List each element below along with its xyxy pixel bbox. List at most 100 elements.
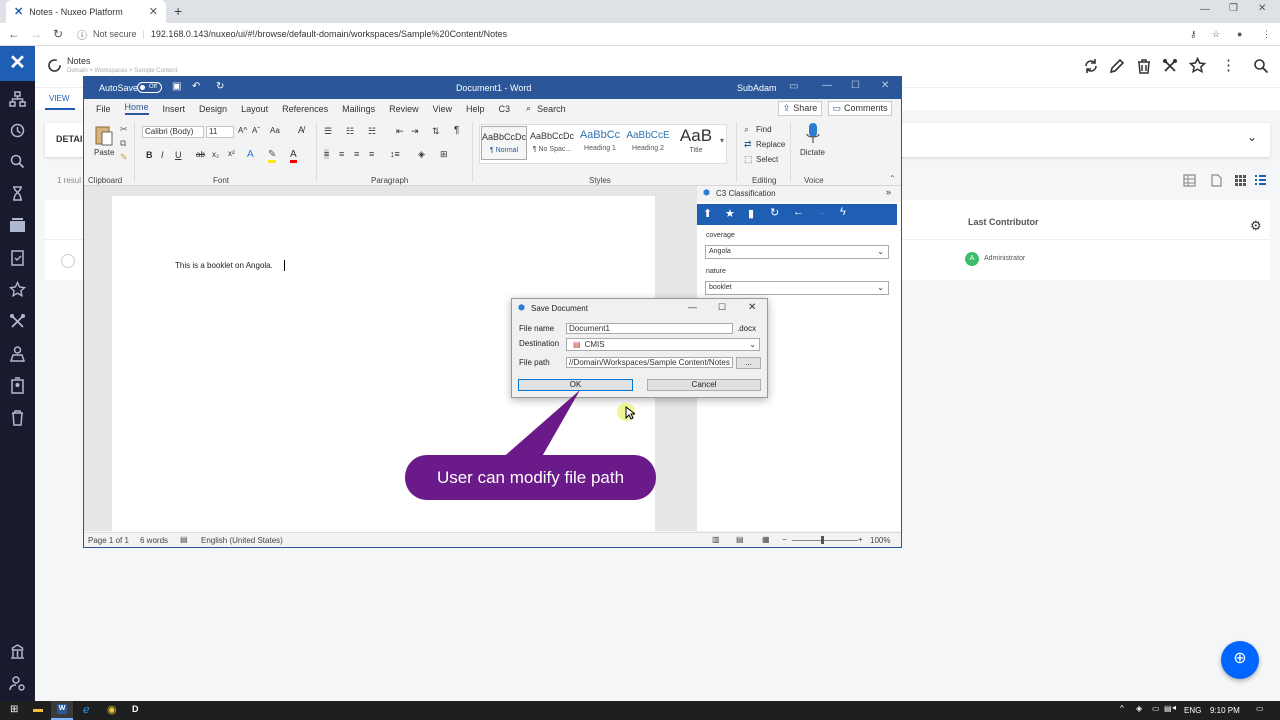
italic-icon[interactable]: I	[161, 150, 164, 160]
numbering-icon[interactable]: ☷	[346, 126, 354, 137]
redo-icon[interactable]: ↻	[216, 81, 224, 92]
expire-icon[interactable]	[1162, 58, 1178, 74]
contributor-name[interactable]: Administrator	[984, 255, 1025, 262]
font-size-box[interactable]: 11	[206, 126, 234, 138]
upload-icon[interactable]: ⬆	[703, 207, 712, 220]
grid-view-icon[interactable]	[1235, 175, 1246, 186]
font-name-box[interactable]: Calibri (Body)	[142, 126, 204, 138]
decrease-indent-icon[interactable]: ⇤	[396, 126, 404, 137]
lightning-icon[interactable]: ϟ	[840, 206, 846, 218]
coverage-select[interactable]: Angola ⌄	[705, 245, 889, 259]
table-settings-icon[interactable]: ⚙	[1250, 218, 1262, 234]
tab-review[interactable]: Review	[389, 104, 419, 114]
user-settings-icon[interactable]	[9, 675, 26, 692]
align-left-icon[interactable]: ≡	[324, 149, 330, 159]
bullets-icon[interactable]: ☰	[324, 126, 332, 137]
chrome-icon[interactable]: ◉	[107, 703, 117, 716]
read-mode-icon[interactable]: ▥	[712, 535, 720, 544]
highlight-icon[interactable]: ✎	[268, 149, 277, 163]
app-d-icon[interactable]: D	[132, 704, 139, 714]
text-effects-icon[interactable]: A	[247, 149, 254, 160]
list-view-icon[interactable]	[1255, 175, 1266, 186]
tab-design[interactable]: Design	[199, 104, 227, 114]
ribbon-options-icon[interactable]: ▭	[789, 81, 798, 92]
document-icon[interactable]: ▮	[748, 207, 754, 220]
print-layout-icon[interactable]: ▤	[736, 535, 744, 544]
tab-home[interactable]: Home	[124, 102, 149, 115]
paste-label[interactable]: Paste	[94, 148, 114, 157]
new-tab-button[interactable]: +	[174, 3, 182, 19]
clipboard-icon[interactable]	[9, 249, 26, 266]
profile-card-icon[interactable]	[9, 377, 26, 394]
table-row-checkbox[interactable]	[61, 254, 75, 268]
autosave-toggle[interactable]: Off	[137, 82, 162, 93]
delete-icon[interactable]	[1136, 58, 1152, 74]
find-label[interactable]: Find	[756, 125, 772, 134]
change-case-icon[interactable]: Aa	[270, 126, 280, 135]
close-window-icon[interactable]: ✕	[1258, 3, 1266, 14]
zoom-slider-track[interactable]	[792, 540, 858, 541]
dialog-close-icon[interactable]: ✕	[748, 302, 756, 313]
column-header-last-contributor[interactable]: Last Contributor	[968, 217, 1039, 227]
styles-more-icon[interactable]: ▾	[720, 136, 724, 145]
undo-icon[interactable]: ↶	[192, 81, 200, 92]
file-path-input[interactable]: //Domain/Workspaces/Sample Content/Notes	[566, 357, 733, 368]
superscript-icon[interactable]: x²	[228, 149, 235, 158]
edge-icon[interactable]: ℯ	[83, 703, 90, 716]
administration-icon[interactable]	[9, 643, 26, 660]
tell-me-search[interactable]: Search	[537, 104, 566, 114]
profile-icon[interactable]: ●	[1237, 29, 1242, 39]
word-close-icon[interactable]: ✕	[881, 80, 889, 91]
keyboard-language[interactable]: ENG	[1184, 706, 1201, 715]
file-explorer-icon[interactable]: ▬	[33, 704, 43, 715]
shrink-font-icon[interactable]: Aˇ	[252, 126, 260, 135]
justify-icon[interactable]: ≡	[369, 149, 374, 159]
language[interactable]: English (United States)	[201, 536, 283, 545]
increase-indent-icon[interactable]: ⇥	[411, 126, 419, 137]
cut-icon[interactable]: ✂	[120, 124, 128, 135]
nuxeo-search-icon[interactable]	[1253, 58, 1269, 74]
battery-icon[interactable]: ▭	[1152, 704, 1160, 713]
share-button[interactable]: ⇪ Share	[778, 101, 822, 116]
minimize-window-icon[interactable]: —	[1200, 4, 1210, 15]
start-icon[interactable]: ⊞	[10, 704, 18, 715]
word-count[interactable]: 6 words	[140, 536, 168, 545]
personal-workspace-icon[interactable]	[9, 345, 26, 362]
browse-button[interactable]: ...	[736, 357, 761, 369]
format-painter-icon[interactable]: ✎	[120, 152, 128, 163]
tab-help[interactable]: Help	[466, 104, 485, 114]
zoom-level[interactable]: 100%	[870, 536, 890, 545]
add-document-button[interactable]: ⊕	[1221, 641, 1259, 679]
line-spacing-icon[interactable]: ↕≡	[390, 149, 400, 159]
notifications-icon[interactable]: ▭	[1256, 704, 1264, 713]
style-heading-1[interactable]: AaBbCc Heading 1	[577, 126, 623, 160]
user-name[interactable]: SubAdam	[737, 83, 777, 93]
paste-icon[interactable]	[94, 124, 114, 146]
tasks-icon[interactable]	[9, 185, 26, 202]
more-actions-icon[interactable]: ⋮	[1221, 56, 1236, 74]
restore-window-icon[interactable]: ❐	[1229, 3, 1238, 14]
align-center-icon[interactable]: ≡	[339, 149, 344, 159]
underline-icon[interactable]: U	[175, 150, 182, 160]
sort-icon[interactable]: ⇅	[432, 126, 440, 137]
style-normal[interactable]: AaBbCcDc ¶ Normal	[481, 126, 527, 160]
word-minimize-icon[interactable]: —	[822, 80, 832, 91]
zoom-slider-thumb[interactable]	[821, 536, 824, 544]
collapse-pane-icon[interactable]: »	[886, 187, 891, 197]
forward-icon[interactable]: →	[25, 27, 47, 41]
tab-c3[interactable]: C3	[499, 104, 511, 114]
borders-icon[interactable]: ⊞	[440, 149, 448, 160]
favorites-icon[interactable]	[9, 281, 26, 298]
tab-layout[interactable]: Layout	[241, 104, 268, 114]
proofing-icon[interactable]: ▤	[180, 535, 188, 544]
tab-view[interactable]: VIEW	[49, 94, 69, 103]
clear-formatting-icon[interactable]: A̸	[298, 125, 304, 135]
style-heading-2[interactable]: AaBbCcE Heading 2	[625, 126, 671, 160]
expired-icon[interactable]	[9, 313, 26, 330]
export-icon[interactable]	[1210, 174, 1223, 187]
star-icon[interactable]: ☆	[1212, 29, 1220, 40]
network-icon[interactable]: ▤	[1164, 704, 1172, 713]
shading-icon[interactable]: ◈	[418, 149, 425, 160]
strikethrough-icon[interactable]: ab	[196, 150, 205, 159]
subscript-icon[interactable]: x₂	[212, 150, 219, 159]
